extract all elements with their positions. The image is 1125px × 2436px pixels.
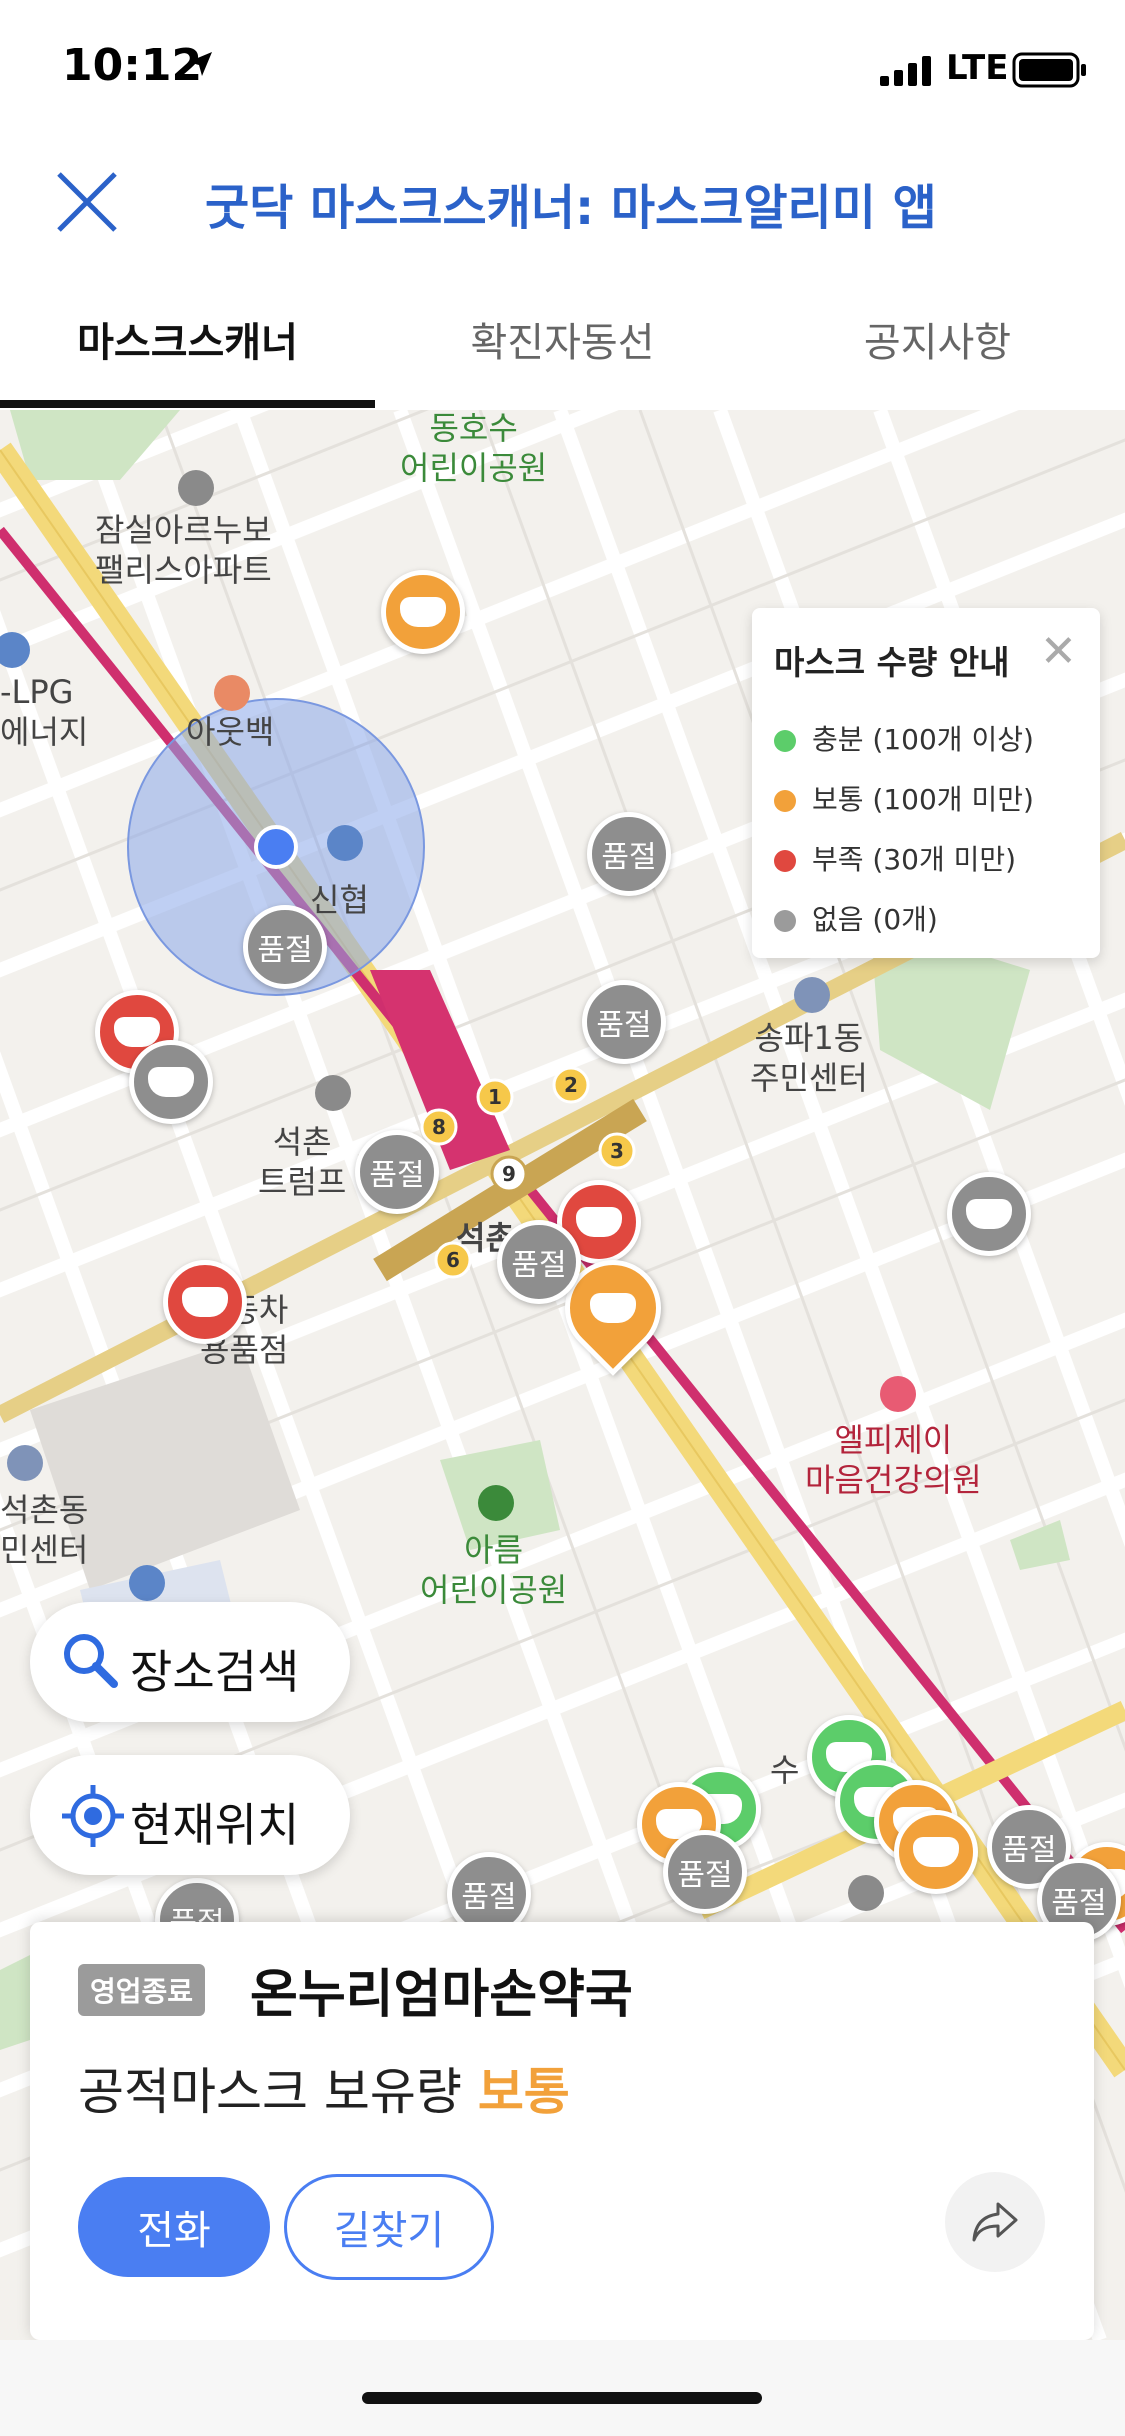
location-arrow-icon [188,52,212,76]
tab-mask-scanner[interactable]: 마스크스캐너 [0,310,375,368]
share-button[interactable] [945,2172,1045,2272]
legend-item-sufficient: 충분 (100개 이상) [774,718,1034,758]
status-bar: 10:12 LTE [0,0,1125,140]
locate-icon [62,1785,124,1847]
exit-9: 9 [502,1162,516,1186]
current-location-button[interactable]: 현재위치 [30,1755,350,1875]
exit-2: 2 [564,1073,578,1097]
app-header: 굿닥 마스크스캐너: 마스크알리미 앱 [0,140,1125,260]
legend-close-icon[interactable]: ✕ [1040,626,1077,677]
mask-legend: 마스크 수량 안내 ✕ 충분 (100개 이상) 보통 (100개 미만) 부족… [752,608,1100,958]
soldout-pin[interactable]: 품절 [587,812,671,896]
exit-3: 3 [610,1139,624,1163]
place-search-label: 장소검색 [130,1645,300,1699]
battery-icon [1012,52,1086,88]
map-label-shinhyup: 신협 [310,881,369,919]
map-label-apartment: 잠실아르누보 팰리스아파트 [95,511,272,589]
pharmacy-pin-gray[interactable] [947,1172,1031,1256]
mask-icon [114,1017,160,1047]
close-icon[interactable] [55,170,119,234]
map-label-seokchon-trump: 석촌 트럼프 [258,1123,347,1201]
map-label-community-center: 석촌동 민센터 [0,1491,89,1569]
pharmacy-pin-orange[interactable] [381,570,465,654]
mask-icon [400,597,446,627]
mask-icon [966,1199,1012,1229]
share-icon [972,2202,1018,2241]
soldout-pin[interactable]: 품절 [582,980,666,1064]
bottom-safe-area [0,2340,1125,2436]
map-label-songpa: 송파1동 주민센터 [750,1019,868,1097]
mask-stock-text: 공적마스크 보유량 보통 [78,2052,570,2124]
legend-dot-gray [774,910,796,932]
legend-dot-orange [774,790,796,812]
pharmacy-name: 온누리엄마손약국 [250,1965,633,2025]
legend-title: 마스크 수량 안내 [774,643,1010,682]
exit-1: 1 [488,1085,502,1109]
directions-button[interactable]: 길찾기 [284,2174,494,2280]
map-label-su: 수 [770,1751,800,1789]
stock-level: 보통 [477,2063,570,2121]
mask-icon [182,1287,228,1317]
mask-icon [913,1837,959,1867]
tab-confirmed-routes[interactable]: 확진자동선 [375,310,750,368]
exit-8: 8 [432,1115,446,1139]
tab-indicator [0,400,375,408]
stock-prefix: 공적마스크 보유량 [78,2063,462,2121]
legend-item-normal: 보통 (100개 미만) [774,778,1034,818]
map-label-lpg: -LPG 에너지 [0,673,89,751]
network-type: LTE [946,48,1009,88]
page-title: 굿닥 마스크스캐너: 마스크알리미 앱 [205,180,937,236]
soldout-pin[interactable]: 품절 [497,1220,581,1304]
map-label-park2: 아름 어린이공원 [420,1531,568,1609]
map-label-clinic: 엘피제이 마음건강의원 [805,1421,982,1499]
soldout-pin[interactable]: 품절 [355,1130,439,1214]
pharmacy-pin-gray[interactable] [129,1040,213,1124]
search-icon [64,1634,118,1688]
legend-item-none: 없음 (0개) [774,898,938,938]
soldout-pin[interactable]: 품절 [663,1830,747,1914]
pharmacy-info-card: 영업종료 온누리엄마손약국 공적마스크 보유량 보통 전화 길찾기 [30,1922,1094,2340]
map-label-park: 동호수 어린이공원 [400,410,548,487]
soldout-pin[interactable]: 품절 [243,905,327,989]
current-location-label: 현재위치 [130,1798,300,1852]
tab-notices[interactable]: 공지사항 [750,310,1125,368]
mask-icon [576,1207,622,1237]
home-indicator [362,2392,762,2404]
status-time: 10:12 [62,40,203,91]
pharmacy-pin-red[interactable] [163,1260,247,1344]
status-badge: 영업종료 [78,1964,206,2016]
mask-icon [590,1293,636,1323]
legend-dot-red [774,850,796,872]
tab-bar: 마스크스캐너 확진자동선 공지사항 [0,270,1125,412]
mask-icon [148,1067,194,1097]
place-search-button[interactable]: 장소검색 [30,1602,350,1722]
legend-item-low: 부족 (30개 미만) [774,838,1016,878]
legend-dot-green [774,730,796,752]
call-button[interactable]: 전화 [78,2177,270,2277]
pharmacy-pin-orange[interactable] [894,1810,978,1894]
map-label-outback: 아웃백 [186,713,275,751]
signal-icon [880,56,931,86]
